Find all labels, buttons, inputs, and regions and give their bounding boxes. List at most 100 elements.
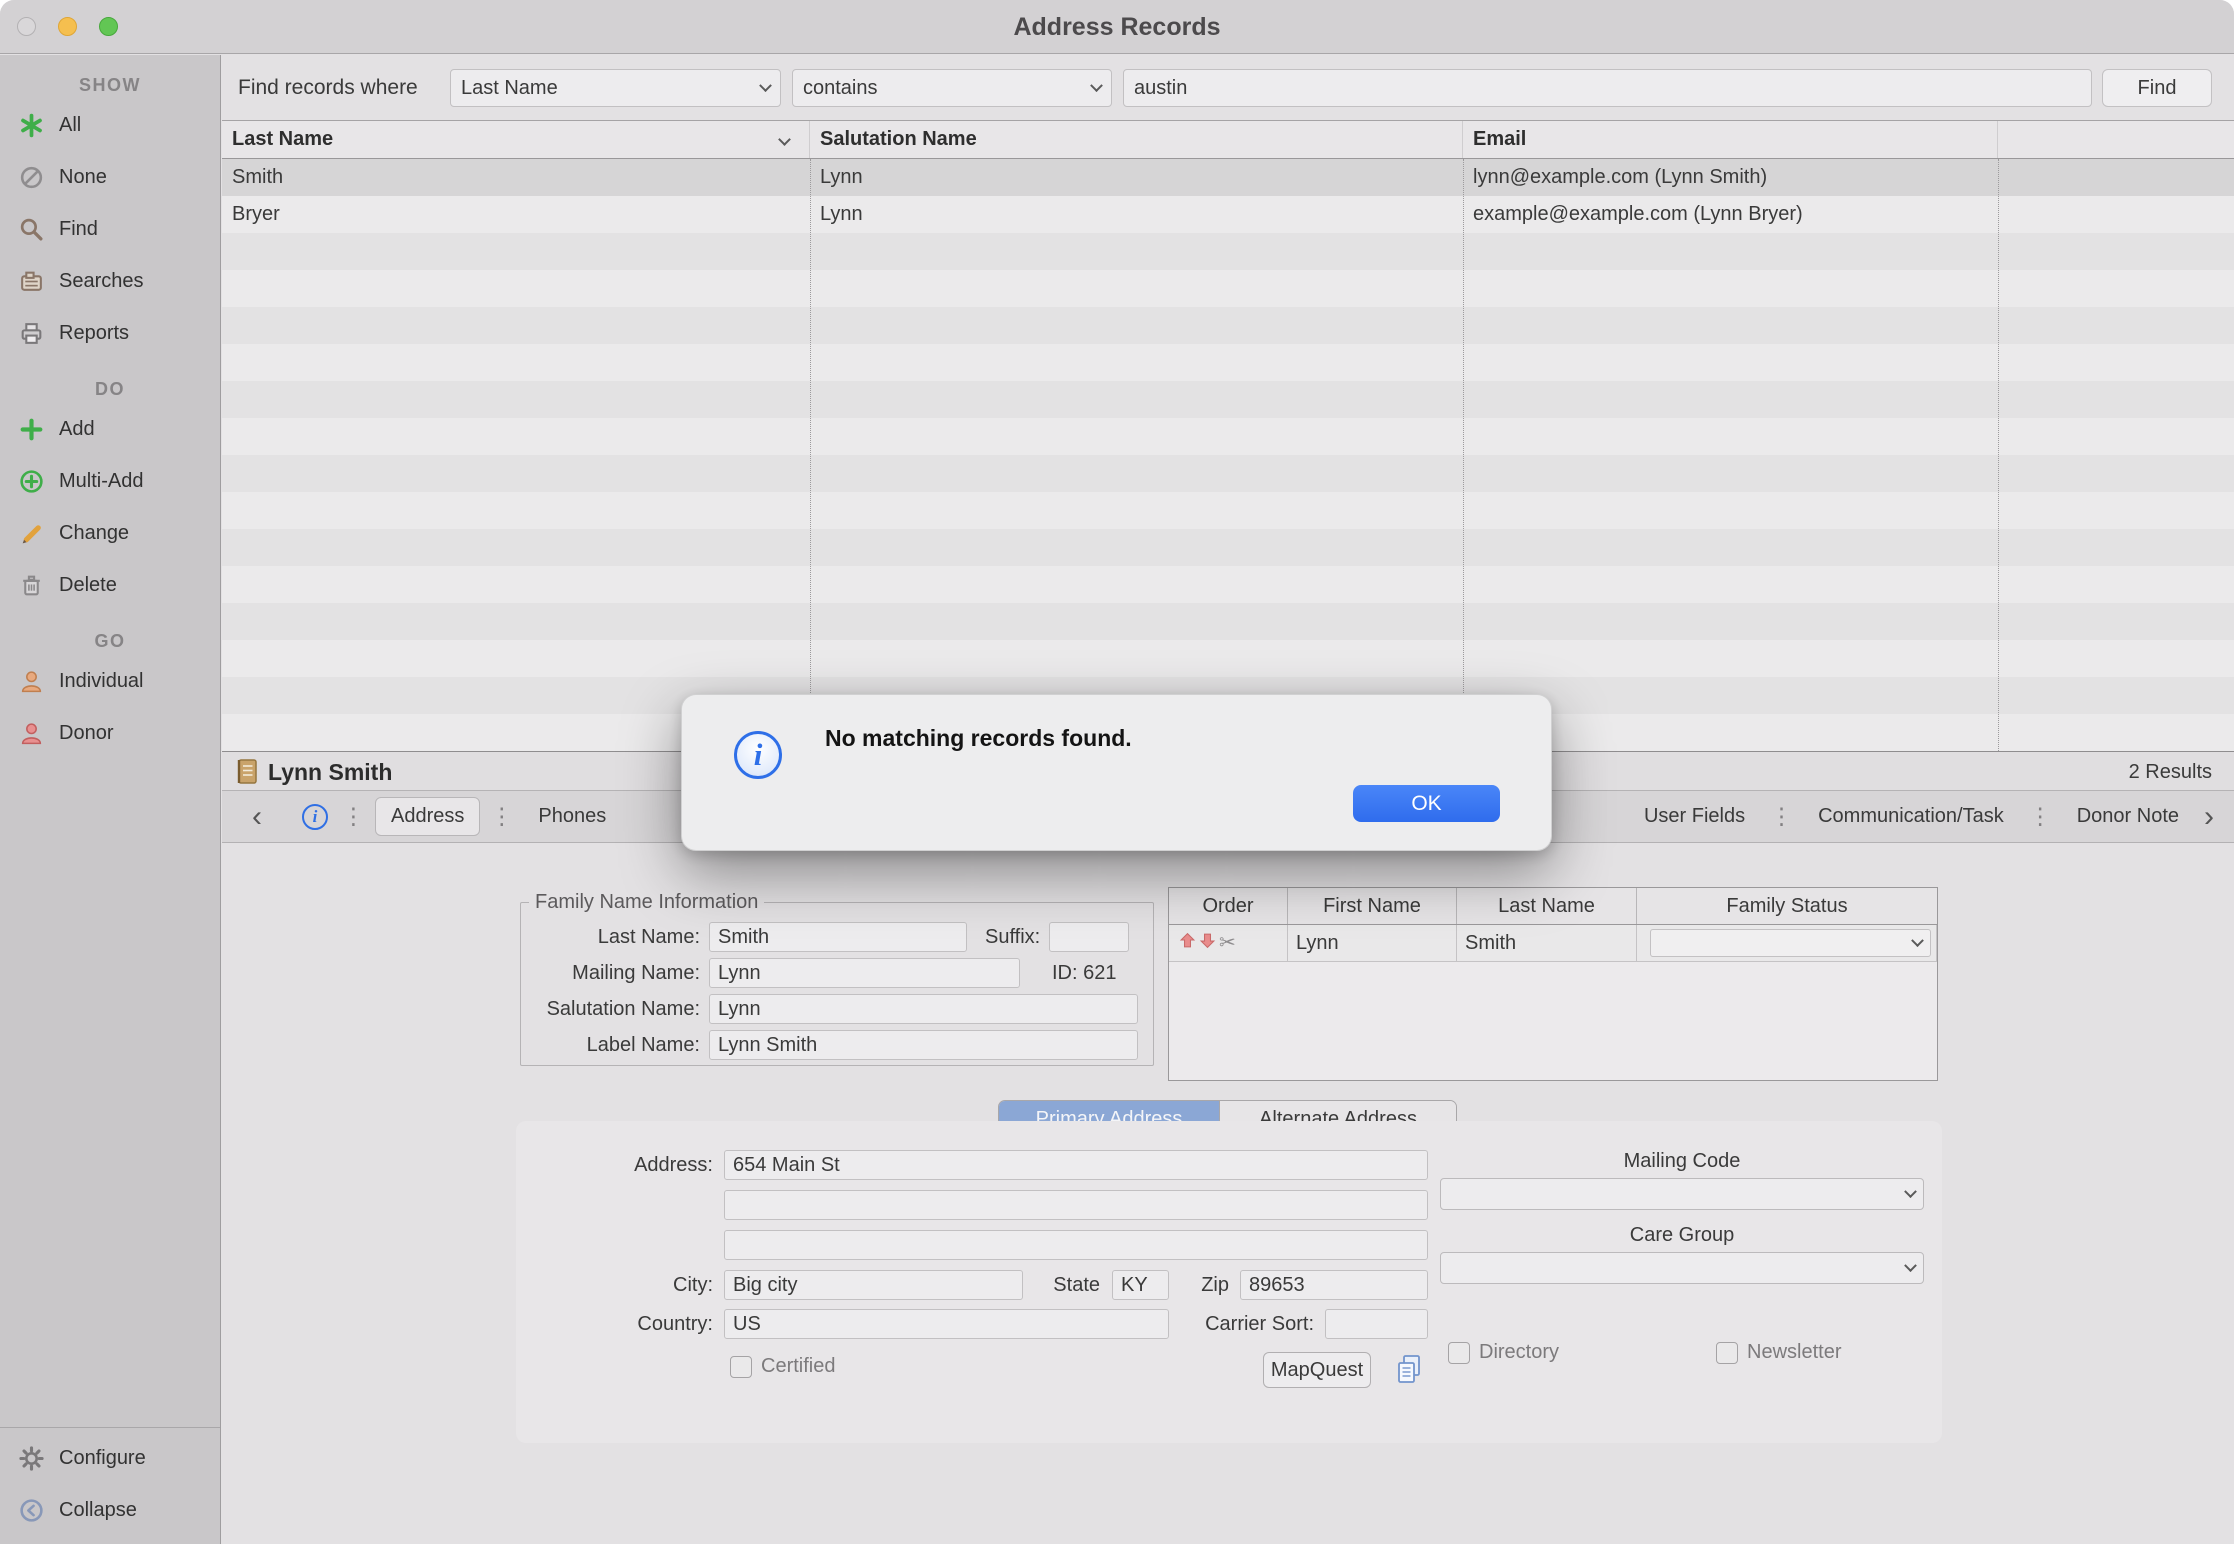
mapquest-button[interactable]: MapQuest (1263, 1352, 1371, 1388)
sidebar: SHOW All None Find Searches (0, 55, 221, 1544)
table-row-selected[interactable]: Smith Lynn lynn@example.com (Lynn Smith) (222, 159, 2234, 196)
sidebar-section-do: DO (0, 375, 220, 403)
country-field[interactable]: US (724, 1309, 1169, 1339)
cell-salutation: Lynn (810, 196, 1463, 233)
members-col-last: Last Name (1457, 888, 1637, 924)
sort-chevron-icon[interactable] (778, 133, 791, 146)
certified-checkbox[interactable]: Certified (730, 1355, 835, 1378)
sidebar-item-add[interactable]: Add (0, 403, 220, 455)
address-line2-field[interactable] (724, 1190, 1428, 1220)
chevron-down-icon (1904, 1185, 1917, 1198)
sidebar-item-searches[interactable]: Searches (0, 255, 220, 307)
find-button[interactable]: Find (2102, 69, 2212, 107)
alert-message: No matching records found. (825, 725, 1132, 752)
cell-salutation: Lynn (810, 159, 1463, 196)
newsletter-checkbox[interactable]: Newsletter (1716, 1341, 1841, 1364)
state-field[interactable]: KY (1112, 1270, 1169, 1300)
cell-last-name: Smith (222, 159, 810, 196)
address-line3-field[interactable] (724, 1230, 1428, 1260)
record-id: ID: 621 (1052, 962, 1116, 985)
tabs-forward-chevron-icon[interactable]: › (2194, 797, 2224, 837)
mailing-name-label: Mailing Name: (529, 962, 709, 985)
zip-label: Zip (1185, 1274, 1229, 1297)
sidebar-item-delete[interactable]: Delete (0, 559, 220, 611)
mailing-name-field[interactable]: Lynn (709, 958, 1020, 988)
state-label: State (1044, 1274, 1100, 1297)
sidebar-item-donor[interactable]: Donor (0, 707, 220, 759)
circle-plus-icon (18, 468, 45, 495)
family-members-table: Order First Name Last Name Family Status… (1168, 887, 1938, 1081)
table-row-empty (222, 603, 2234, 640)
sidebar-item-collapse[interactable]: Collapse (0, 1484, 220, 1536)
address-panel: Address: 654 Main St City: Big city Stat… (516, 1121, 1942, 1443)
sidebar-item-label: None (59, 166, 107, 189)
directory-checkbox[interactable]: Directory (1448, 1341, 1559, 1364)
sidebar-item-configure[interactable]: Configure (0, 1432, 220, 1484)
salutation-name-label: Salutation Name: (529, 998, 709, 1021)
family-name-fieldset: Family Name Information Last Name: Smith… (520, 891, 1154, 1066)
label-name-field[interactable]: Lynn Smith (709, 1030, 1138, 1060)
copy-pages-icon[interactable] (1394, 1352, 1426, 1393)
table-row[interactable]: Bryer Lynn example@example.com (Lynn Bry… (222, 196, 2234, 233)
tab-separator-icon: ⋮ (2019, 803, 2062, 830)
family-status-select[interactable] (1650, 929, 1931, 957)
titlebar: Address Records (0, 0, 2234, 54)
table-row-empty (222, 529, 2234, 566)
search-operator-value: contains (803, 77, 878, 100)
member-first-name[interactable]: Lynn (1288, 925, 1457, 961)
sidebar-item-find[interactable]: Find (0, 203, 220, 255)
search-operator-select[interactable]: contains (792, 69, 1112, 107)
carrier-sort-field[interactable] (1325, 1309, 1428, 1339)
tab-address[interactable]: Address (375, 797, 480, 836)
table-row-empty (222, 233, 2234, 270)
certified-label: Certified (761, 1355, 835, 1378)
sidebar-item-none[interactable]: None (0, 151, 220, 203)
info-tab-icon[interactable]: i (302, 804, 328, 830)
tab-donor-note[interactable]: Donor Note (2062, 798, 2194, 835)
city-field[interactable]: Big city (724, 1270, 1023, 1300)
salutation-name-field[interactable]: Lynn (709, 994, 1138, 1024)
sidebar-item-all[interactable]: All (0, 99, 220, 151)
ok-button[interactable]: OK (1353, 785, 1500, 822)
scissors-icon[interactable]: ✂ (1219, 925, 1236, 961)
move-up-icon[interactable] (1179, 925, 1196, 961)
zip-field[interactable]: 89653 (1240, 1270, 1428, 1300)
last-name-field[interactable]: Smith (709, 922, 967, 952)
care-group-select[interactable] (1440, 1252, 1924, 1284)
search-query-input[interactable]: austin (1123, 69, 2092, 107)
gear-icon (18, 1445, 45, 1472)
column-header-salutation[interactable]: Salutation Name (810, 121, 1463, 158)
sidebar-item-individual[interactable]: Individual (0, 655, 220, 707)
table-row-empty (222, 566, 2234, 603)
column-header-email[interactable]: Email (1463, 121, 1998, 158)
cell-email: lynn@example.com (Lynn Smith) (1463, 159, 1998, 196)
member-row[interactable]: ✂ Lynn Smith (1169, 925, 1937, 962)
sidebar-item-label: Donor (59, 722, 113, 745)
address-line1-field[interactable]: 654 Main St (724, 1150, 1428, 1180)
member-last-name[interactable]: Smith (1457, 925, 1637, 961)
collapse-circle-icon (18, 1497, 45, 1524)
column-header-last-name[interactable]: Last Name (222, 121, 810, 158)
mailing-code-select[interactable] (1440, 1178, 1924, 1210)
move-down-icon[interactable] (1199, 925, 1216, 961)
tab-communication-task[interactable]: Communication/Task (1803, 798, 2019, 835)
country-label: Country: (563, 1313, 713, 1336)
family-legend: Family Name Information (529, 891, 764, 914)
cell-last-name: Bryer (222, 196, 810, 233)
record-name: Lynn Smith (268, 752, 392, 792)
table-row-empty (222, 455, 2234, 492)
sidebar-item-reports[interactable]: Reports (0, 307, 220, 359)
table-row-empty (222, 418, 2234, 455)
sidebar-item-multi-add[interactable]: Multi-Add (0, 455, 220, 507)
sidebar-section-show: SHOW (0, 71, 220, 99)
sidebar-item-change[interactable]: Change (0, 507, 220, 559)
column-divider (1998, 159, 1999, 751)
table-row-empty (222, 307, 2234, 344)
tabs-back-chevron-icon[interactable]: ‹ (242, 797, 272, 837)
suffix-field[interactable] (1049, 922, 1129, 952)
members-header: Order First Name Last Name Family Status (1169, 888, 1937, 925)
column-label: Last Name (232, 128, 333, 150)
tab-user-fields[interactable]: User Fields (1629, 798, 1760, 835)
search-field-select[interactable]: Last Name (450, 69, 781, 107)
tab-phones[interactable]: Phones (523, 798, 621, 835)
